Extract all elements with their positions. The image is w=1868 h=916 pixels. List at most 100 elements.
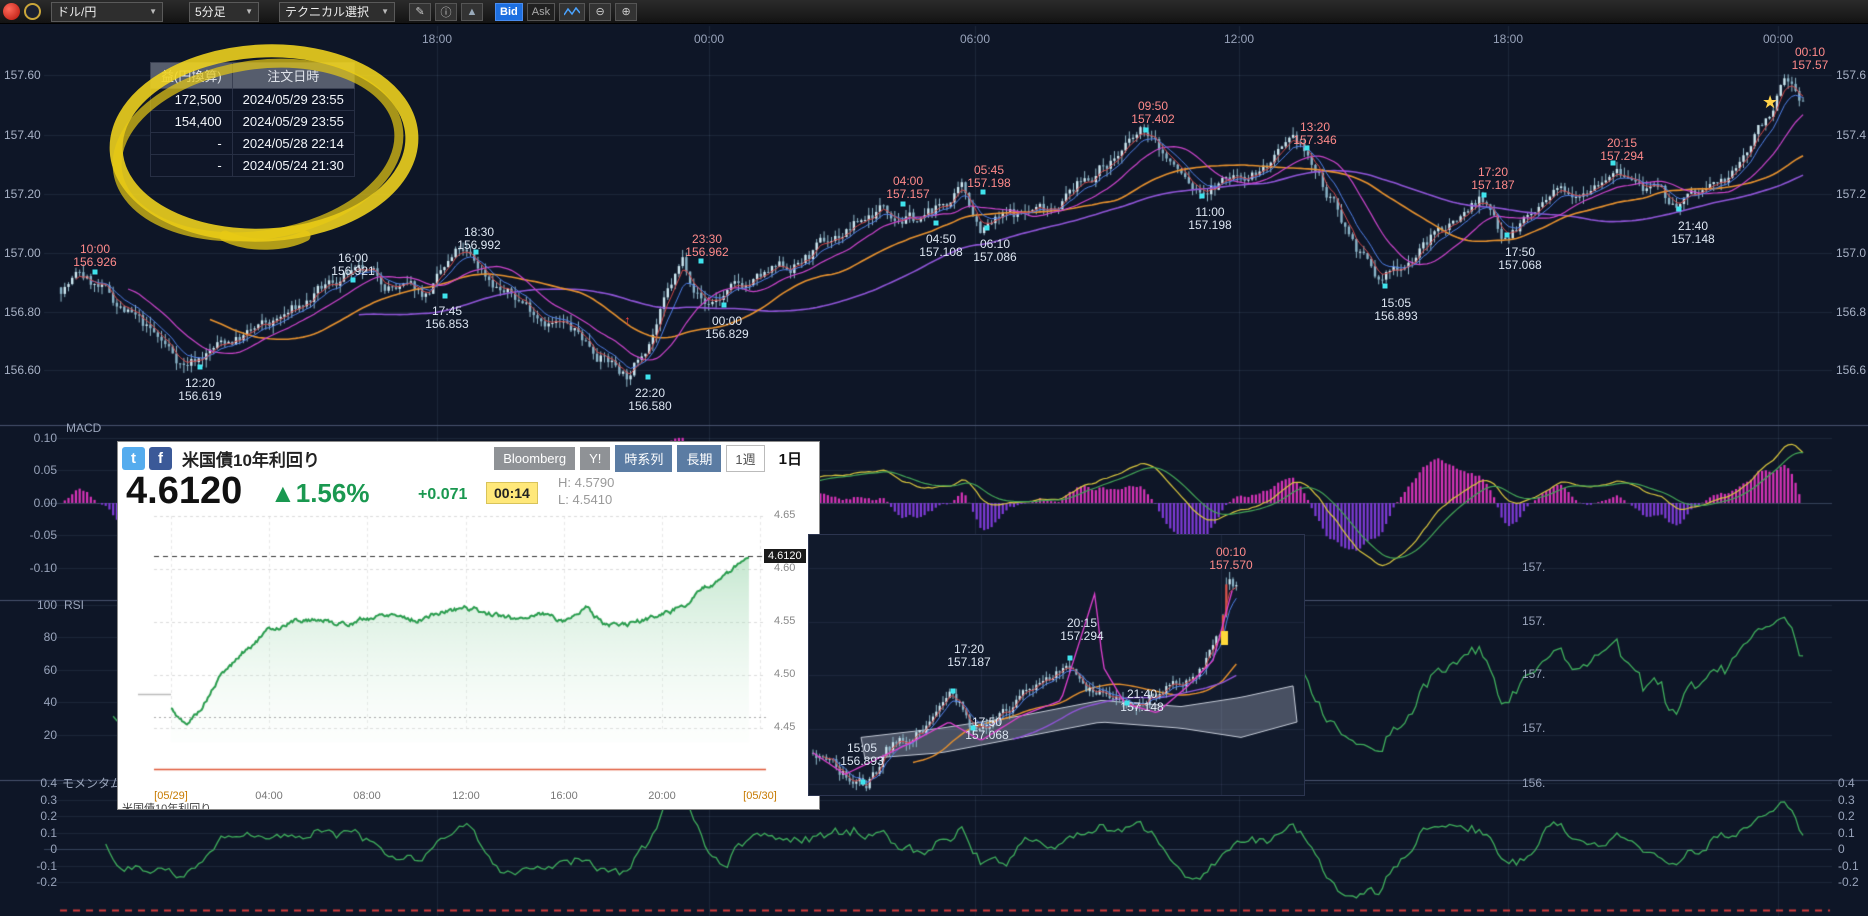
order-datetime: 2024/05/28 22:14 xyxy=(232,133,354,155)
treasury-x-axis-label: 04:00 xyxy=(255,790,283,802)
annotation-marker-icon xyxy=(971,726,976,731)
chart-annotation: 04:00157.157 xyxy=(886,175,929,201)
treasury-yield-window: t f 米国債10年利回り BloombergY!時系列長期1週1日 4.612… xyxy=(117,441,820,810)
toolbar: ドル/円 ▼ 5分足 ▼ テクニカル選択 ▼ ✎ ⓘ ▲ Bid Ask ⊖ ⊕ xyxy=(0,0,1868,24)
treasury-button-bloomberg[interactable]: Bloomberg xyxy=(494,447,575,470)
treasury-button-longterm[interactable]: 長期 xyxy=(677,445,721,472)
annotation-price: 156.893 xyxy=(1374,310,1417,323)
order-profit: 154,400 xyxy=(151,111,233,133)
momentum-tick-label: -0.2 xyxy=(8,875,57,889)
timeframe-select[interactable]: 5分足 ▼ xyxy=(189,2,259,22)
order-row[interactable]: 154,400 2024/05/29 23:55 xyxy=(151,111,355,133)
annotation-marker-icon xyxy=(443,294,448,299)
chart-annotation: 18:30156.992 xyxy=(457,226,500,252)
annotation-price: 156.921 xyxy=(331,265,374,278)
orders-header-row: 益(円換算) 注文日時 xyxy=(151,63,355,89)
chart-annotation: 09:50157.402 xyxy=(1131,100,1174,126)
momentum-tick-label-right: -0.2 xyxy=(1838,875,1859,889)
price-axis-label-right: 157.6 xyxy=(1836,68,1866,82)
ask-button[interactable]: Ask xyxy=(527,3,555,21)
last-quote-annotation: 00:10 157.57 xyxy=(1792,46,1829,72)
info-button[interactable]: ⓘ xyxy=(435,3,457,21)
momentum-panel-label: モメンタム xyxy=(62,775,122,792)
chart-annotation: 00:10157.570 xyxy=(1209,546,1252,572)
time-axis-label: 00:00 xyxy=(694,32,724,46)
star-marker-icon: ★ xyxy=(1762,92,1778,113)
annotation-price: 157.157 xyxy=(886,188,929,201)
technical-select[interactable]: テクニカル選択 ▼ xyxy=(279,2,395,22)
timeframe-label: 5分足 xyxy=(195,3,226,20)
momentum-tick-label: 0.2 xyxy=(8,809,57,823)
brand-icon xyxy=(24,3,41,20)
inset-price-label: 157. xyxy=(1522,667,1545,681)
draw-tool-button[interactable]: ✎ xyxy=(409,3,431,21)
annotation-price: 156.893 xyxy=(840,755,883,768)
chart-annotation: 15:05156.893 xyxy=(840,742,883,768)
price-axis-label-right: 156.8 xyxy=(1836,305,1866,319)
price-axis-label-left: 156.60 xyxy=(4,363,46,377)
chart-annotation: 05:45157.198 xyxy=(967,164,1010,190)
treasury-button-day1[interactable]: 1日 xyxy=(770,444,811,473)
order-profit: 172,500 xyxy=(151,89,233,111)
annotation-marker-icon xyxy=(1383,284,1388,289)
annotation-marker-icon xyxy=(861,780,866,785)
treasury-x-axis-label: 08:00 xyxy=(353,790,381,802)
annotation-price: 156.992 xyxy=(457,239,500,252)
chart-annotation: 21:40157.148 xyxy=(1671,220,1714,246)
chevron-down-icon: ▼ xyxy=(245,7,253,16)
treasury-x-axis-label: 16:00 xyxy=(550,790,578,802)
zoom-out-icon: ⊖ xyxy=(595,5,604,18)
time-axis-label: 12:00 xyxy=(1224,32,1254,46)
treasury-x-axis-label: 20:00 xyxy=(648,790,676,802)
macd-tick-label: -0.10 xyxy=(8,561,57,575)
chart-annotation: 10:00156.926 xyxy=(73,243,116,269)
annotation-price: 157.068 xyxy=(1498,259,1541,272)
current-value-tag: 4.6120 xyxy=(764,549,806,563)
treasury-y-axis-label: 4.60 xyxy=(774,562,795,574)
momentum-tick-label-right: 0.2 xyxy=(1838,809,1855,823)
treasury-window-title: 米国債10年利回り xyxy=(182,446,320,471)
currency-pair-select[interactable]: ドル/円 ▼ xyxy=(51,2,163,22)
indicator-wave-button[interactable] xyxy=(559,3,585,21)
momentum-tick-label-right: 0.4 xyxy=(1838,776,1855,790)
chart-annotation: 06:10157.086 xyxy=(973,238,1016,264)
treasury-button-week1[interactable]: 1週 xyxy=(726,445,764,472)
app-logo-icon xyxy=(3,3,20,20)
momentum-tick-label: 0 xyxy=(8,842,57,856)
zoom-in-button[interactable]: ⊕ xyxy=(615,3,637,21)
price-axis-label-right: 156.6 xyxy=(1836,363,1866,377)
annotation-price: 157.198 xyxy=(967,177,1010,190)
order-datetime: 2024/05/29 23:55 xyxy=(232,89,354,111)
time-axis-label: 06:00 xyxy=(960,32,990,46)
momentum-tick-label: 0.1 xyxy=(8,826,57,840)
twitter-share-icon[interactable]: t xyxy=(122,447,145,470)
annotation-marker-icon xyxy=(1505,233,1510,238)
treasury-stats-row: 4.6120 ▲1.56% +0.071 00:14 H: 4.5790 L: … xyxy=(118,470,819,516)
order-row[interactable]: - 2024/05/24 21:30 xyxy=(151,155,355,177)
time-axis-label: 18:00 xyxy=(1493,32,1523,46)
order-row[interactable]: - 2024/05/28 22:14 xyxy=(151,133,355,155)
chart-annotation: 23:30156.962 xyxy=(685,233,728,259)
price-axis-label-right: 157.4 xyxy=(1836,128,1866,142)
order-row[interactable]: 172,500 2024/05/29 23:55 xyxy=(151,89,355,111)
annotation-marker-icon xyxy=(699,259,704,264)
chart-style-button[interactable]: ▲ xyxy=(461,3,483,21)
inset-price-label: 157. xyxy=(1522,721,1545,735)
bid-button[interactable]: Bid xyxy=(495,3,523,21)
macd-tick-label: 0.10 xyxy=(8,431,57,445)
trading-app: ドル/円 ▼ 5分足 ▼ テクニカル選択 ▼ ✎ ⓘ ▲ Bid Ask ⊖ ⊕… xyxy=(0,0,1868,916)
mountain-chart-icon: ▲ xyxy=(467,6,478,18)
treasury-y-axis-label: 4.45 xyxy=(774,721,795,733)
rsi-tick-label: 20 xyxy=(8,728,57,742)
technical-label: テクニカル選択 xyxy=(285,3,369,20)
momentum-tick-label: 0.4 xyxy=(8,776,57,790)
treasury-button-yahoo[interactable]: Y! xyxy=(580,447,610,470)
yield-change-percent: ▲1.56% xyxy=(270,478,369,509)
momentum-tick-label: -0.1 xyxy=(8,859,57,873)
annotation-price: 157.068 xyxy=(965,729,1008,742)
facebook-share-icon[interactable]: f xyxy=(149,447,172,470)
chart-annotation: 04:50157.108 xyxy=(919,233,962,259)
price-axis-label-left: 157.20 xyxy=(4,187,46,201)
zoom-out-button[interactable]: ⊖ xyxy=(589,3,611,21)
treasury-button-timeseries[interactable]: 時系列 xyxy=(615,445,672,472)
